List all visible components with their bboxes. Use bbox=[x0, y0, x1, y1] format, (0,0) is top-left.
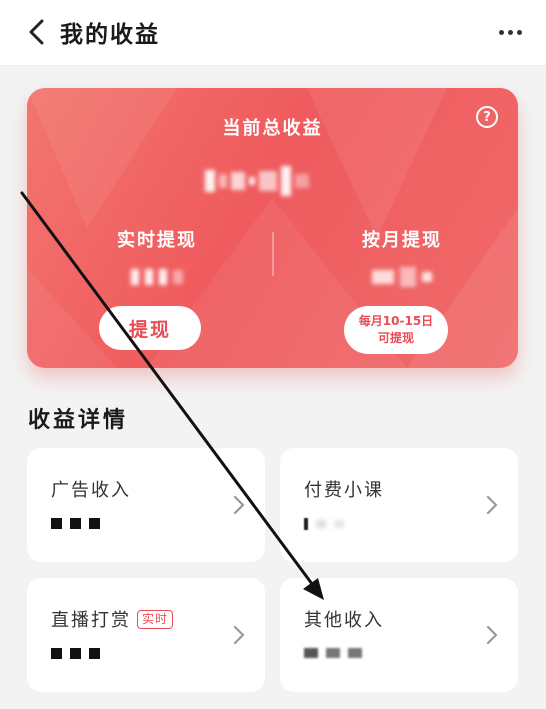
tile-title: 其他收入 bbox=[304, 606, 384, 632]
chevron-right-icon bbox=[486, 625, 498, 645]
more-dot-icon bbox=[498, 29, 504, 35]
tile-ad-income[interactable]: 广告收入 bbox=[27, 448, 265, 562]
chevron-right-icon bbox=[233, 495, 245, 515]
realtime-withdraw-label: 实时提现 bbox=[117, 230, 197, 251]
monthly-withdraw-note: 每月10-15日 可提现 bbox=[344, 306, 448, 354]
tile-value-redacted bbox=[51, 648, 100, 659]
tile-title: 直播打赏 实时 bbox=[51, 606, 174, 632]
monthly-withdraw-label: 按月提现 bbox=[362, 230, 442, 251]
monthly-value-redacted bbox=[332, 266, 472, 288]
tile-value-redacted bbox=[304, 648, 362, 658]
more-dot-icon bbox=[507, 29, 513, 35]
earnings-details-title: 收益详情 bbox=[28, 408, 129, 433]
tile-value-redacted bbox=[304, 518, 344, 530]
top-bar: 我的收益 bbox=[0, 0, 546, 66]
card-divider bbox=[272, 232, 274, 276]
tile-live-reward[interactable]: 直播打赏 实时 bbox=[27, 578, 265, 692]
more-dot-icon bbox=[516, 29, 522, 35]
realtime-withdraw-section: 实时提现 bbox=[87, 226, 227, 288]
page-title: 我的收益 bbox=[60, 22, 160, 48]
tile-title-text: 广告收入 bbox=[51, 480, 131, 501]
tile-title: 付费小课 bbox=[304, 476, 384, 502]
tile-paid-course[interactable]: 付费小课 bbox=[280, 448, 518, 562]
earnings-card: ? 当前总收益 实时提现 按月提现 提现 每月10-15日 可提现 bbox=[27, 88, 518, 368]
realtime-value-redacted bbox=[87, 266, 227, 288]
tile-value-redacted bbox=[51, 518, 100, 529]
tile-title-text: 其他收入 bbox=[304, 610, 384, 631]
back-button[interactable] bbox=[20, 16, 52, 48]
withdraw-button[interactable]: 提现 bbox=[99, 306, 201, 350]
monthly-withdraw-section: 按月提现 bbox=[332, 226, 472, 288]
more-options-button[interactable] bbox=[492, 20, 528, 44]
chevron-left-icon bbox=[29, 19, 44, 45]
chevron-right-icon bbox=[233, 625, 245, 645]
tile-title-text: 付费小课 bbox=[304, 480, 384, 501]
monthly-note-line2: 可提现 bbox=[377, 331, 414, 345]
total-earnings-label: 当前总收益 bbox=[222, 118, 323, 139]
monthly-note-line1: 每月10-15日 bbox=[358, 314, 434, 328]
realtime-badge: 实时 bbox=[137, 609, 174, 629]
total-earnings-value-redacted bbox=[205, 164, 345, 198]
tile-other-income[interactable]: 其他收入 bbox=[280, 578, 518, 692]
tile-title-text: 直播打赏 bbox=[51, 610, 131, 631]
chevron-right-icon bbox=[486, 495, 498, 515]
tile-title: 广告收入 bbox=[51, 476, 131, 502]
